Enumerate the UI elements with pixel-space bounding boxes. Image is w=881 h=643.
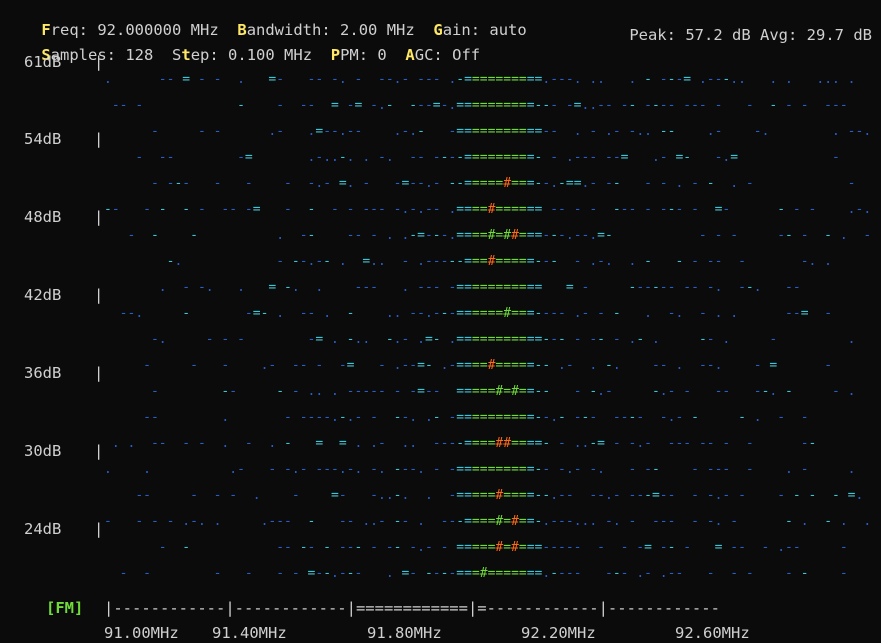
- freq-label: 92.60MHz: [675, 624, 750, 642]
- spectrum-row: - --- - - - -.- =. - -=--.- --=====#===-…: [150, 176, 856, 191]
- spectrum-row: -. - --.-- . =.. - .-----===#=====--- - …: [166, 254, 832, 269]
- spectrum-row: . . .- - -.- ---.-. -. ---. - -=========…: [104, 462, 856, 477]
- spectrum-row: -- - - - . - =- -..-. . -=====#====--.--…: [135, 488, 864, 503]
- mode-indicator[interactable]: [FM]: [46, 598, 83, 618]
- freq-label: 92.20MHz: [521, 624, 596, 642]
- spectrum-row: -- - - - -- = -= -.- ---=-.==========---…: [111, 98, 848, 113]
- spectrum-row: - - -- -- - --- - -- -.- - =====#=#===--…: [158, 540, 848, 555]
- frequency-axis: |------------|------------|============|…: [104, 599, 720, 617]
- freq-label: 91.80MHz: [367, 624, 442, 642]
- spectrum-row: - -- - - .. . ----- - -=-- =====#=#==-- …: [150, 384, 856, 399]
- spectrum-row: . . -- - - . - . - = = . .- .. ----====#…: [111, 436, 817, 451]
- freq-label: 91.40MHz: [212, 624, 287, 642]
- spectrum-display: . -- = - - . =- -- -. - --.- --- .-=====…: [0, 0, 881, 643]
- spectrum-row: - - - . -- -- - . .-=---.====#=##===---.…: [127, 228, 872, 243]
- spectrum-row: - - - .- -- - -= - .--=- .-====#=====-- …: [143, 358, 833, 373]
- spectrum-row: - - - - - - =--.--- . =- ----===#=======…: [119, 566, 848, 581]
- terminal-window: Freq: 92.000000 MHz Bandwidth: 2.00 MHz …: [0, 0, 881, 643]
- spectrum-row: . -- = - - . =- -- -. - --.- --- .-=====…: [104, 72, 856, 87]
- spectrum-row: . - -. . = -. . --- . --- -=========== =…: [158, 280, 801, 295]
- spectrum-row: --. - -=- . -- . - .. --.---======#===--…: [119, 306, 833, 321]
- spectrum-row: - - - - .-. . .--- - -- ..- -- . ---====…: [104, 514, 872, 529]
- spectrum-row: - -- -= .-..-. . -. -- ----=========- - …: [135, 150, 840, 165]
- spectrum-row: -- . - ----.-.- - --. .- -==========--.-…: [143, 410, 809, 425]
- spectrum-row: -- - - - - -- -= - - - - --- -.-.-- .===…: [104, 202, 872, 217]
- freq-label: 91.00MHz: [104, 624, 179, 642]
- spectrum-row: - - - .- .=--.-- .-.- -===========-- . -…: [150, 124, 872, 139]
- spectrum-row: -. - - - -= . -.. -.- .=- .===========--…: [150, 332, 856, 347]
